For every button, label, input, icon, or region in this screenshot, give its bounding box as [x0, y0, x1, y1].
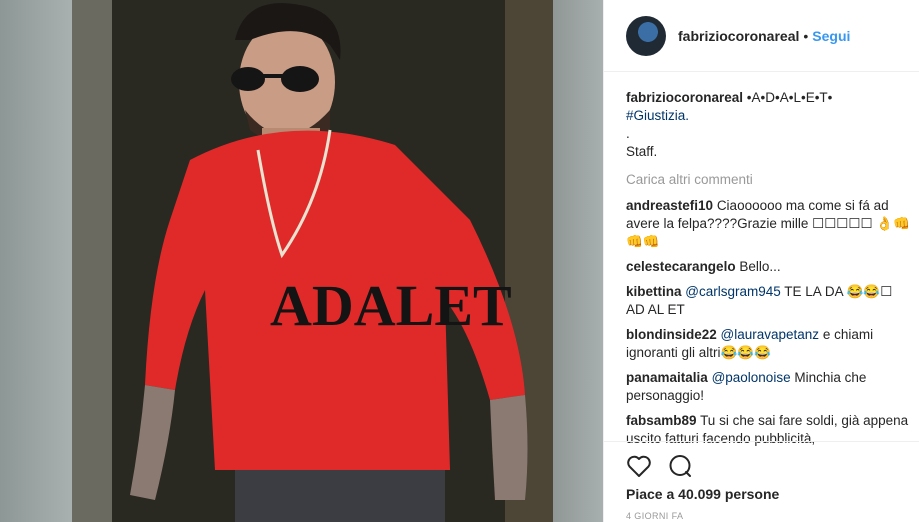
- comment-username[interactable]: celestecarangelo: [626, 259, 736, 274]
- caption-username[interactable]: fabriziocoronareal: [626, 90, 743, 105]
- sweater-print: ADALET: [270, 273, 512, 338]
- comment-username[interactable]: kibettina: [626, 284, 682, 299]
- caption-line-2: .: [626, 126, 630, 141]
- door-frame-left: [72, 0, 112, 522]
- caption: fabriziocoronareal •A•D•A•L•E•T• #Giusti…: [626, 89, 910, 161]
- post-photo[interactable]: ADALET: [0, 0, 603, 522]
- post-header: fabriziocoronareal • Segui: [604, 0, 919, 72]
- header-username[interactable]: fabriziocoronareal: [678, 28, 799, 44]
- comment-username[interactable]: panamaitalia: [626, 370, 708, 385]
- comment-item: andreastefi10 Ciaoooooo ma come si fá ad…: [626, 197, 910, 251]
- post-timestamp[interactable]: 4 GIORNI FA: [626, 511, 683, 521]
- header-separator: •: [803, 27, 809, 44]
- comment-item: kibettina @carlsgram945 TE LA DA 😂😂☐ AD …: [626, 283, 910, 319]
- right-forearm: [490, 395, 528, 500]
- avatar[interactable]: [626, 15, 666, 56]
- caption-text: •A•D•A•L•E•T•: [746, 90, 833, 105]
- comment-icon[interactable]: [668, 454, 692, 478]
- comment-username[interactable]: fabsamb89: [626, 413, 697, 428]
- photo-illustration: ADALET: [72, 0, 553, 522]
- post-actions: [604, 441, 919, 478]
- comment-mention[interactable]: @carlsgram945: [685, 284, 781, 299]
- instagram-post: ADALET fabriziocoronareal • Segui fabriz…: [0, 0, 919, 522]
- caption-line-3: Staff.: [626, 144, 658, 159]
- post-side-panel: fabriziocoronareal • Segui fabriziocoron…: [603, 0, 919, 522]
- sunglasses-right-lens: [281, 66, 319, 92]
- caption-hashtag[interactable]: #Giustizia.: [626, 107, 910, 125]
- sunglasses-bridge: [262, 74, 284, 78]
- comment-text: Bello...: [739, 259, 781, 274]
- heart-icon[interactable]: [626, 454, 652, 478]
- follow-button[interactable]: Segui: [812, 28, 850, 44]
- comment-mention[interactable]: @lauravapetanz: [721, 327, 820, 342]
- comment-item: panamaitalia @paolonoise Minchia che per…: [626, 369, 910, 405]
- comments-list: fabriziocoronareal •A•D•A•L•E•T• #Giusti…: [626, 89, 910, 455]
- likes-count[interactable]: Piace a 40.099 persone: [626, 486, 779, 502]
- comment-username[interactable]: andreastefi10: [626, 198, 713, 213]
- load-more-comments[interactable]: Carica altri commenti: [626, 171, 910, 189]
- trousers: [235, 470, 445, 522]
- comment-item: blondinside22 @lauravapetanz e chiami ig…: [626, 326, 910, 362]
- sunglasses-left-lens: [231, 67, 265, 91]
- comment-username[interactable]: blondinside22: [626, 327, 717, 342]
- comment-item: celestecarangelo Bello...: [626, 258, 910, 276]
- comment-mention[interactable]: @paolonoise: [712, 370, 791, 385]
